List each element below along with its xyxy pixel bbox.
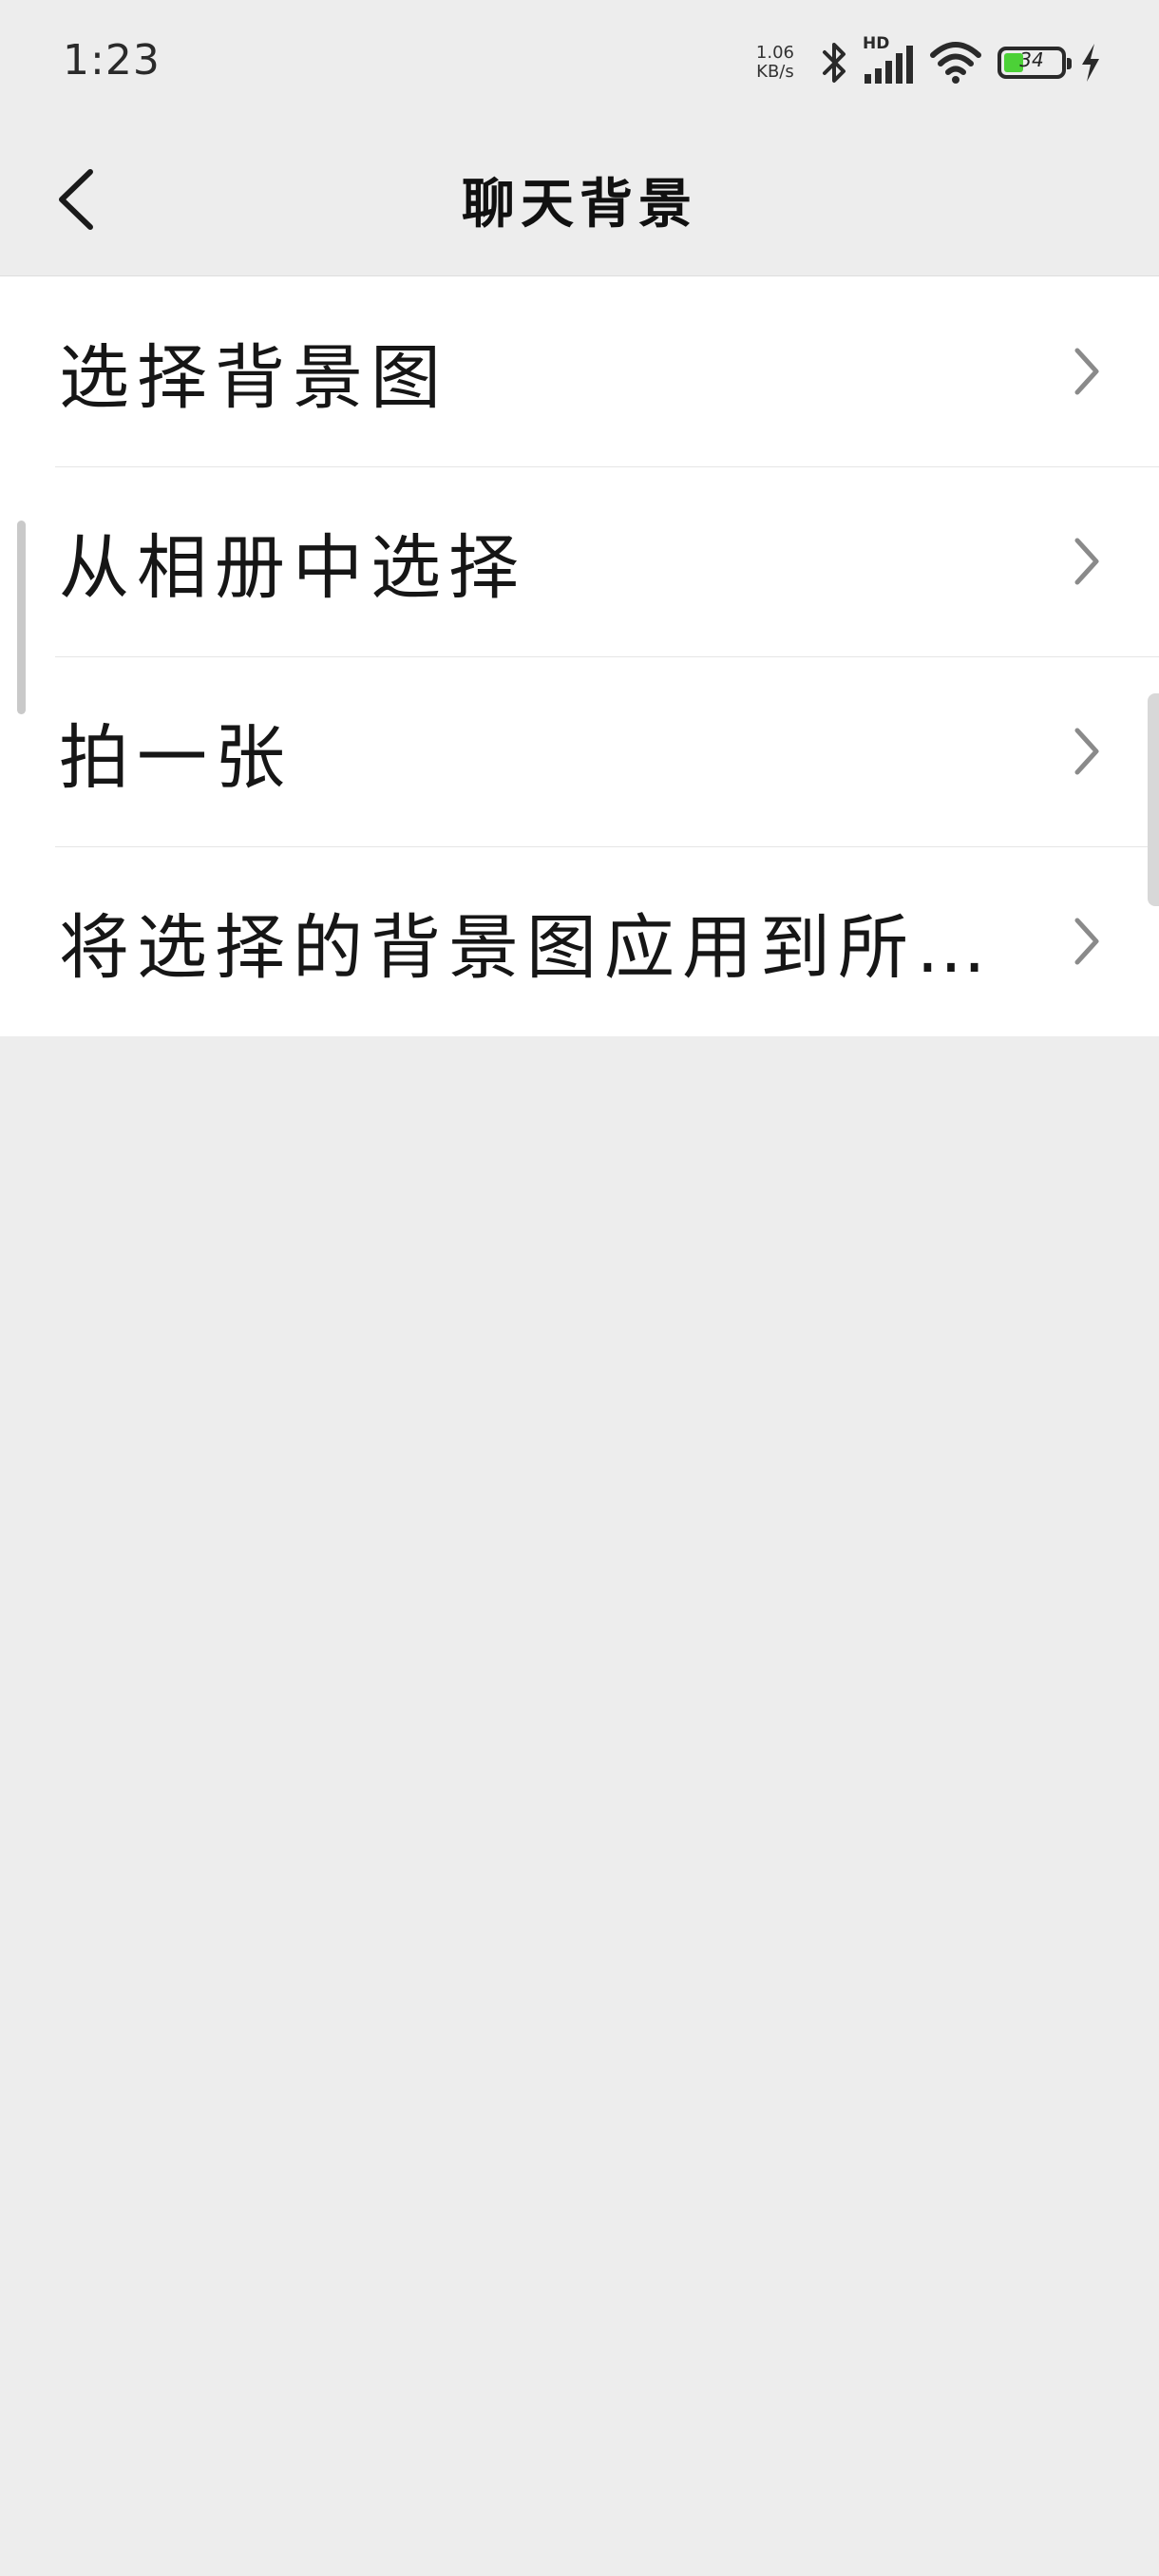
- chevron-right-icon: [1074, 728, 1099, 775]
- network-speed: 1.06 KB/s: [756, 44, 794, 82]
- chevron-right-icon: [1074, 538, 1099, 585]
- network-speed-value: 1.06: [755, 43, 794, 63]
- battery-level: 34: [1019, 48, 1044, 71]
- menu-item-label: 从相册中选择: [59, 526, 526, 609]
- menu-item-label: 将选择的背景图应用到所有聊天场景: [59, 906, 1026, 989]
- network-type-label: HD: [863, 34, 890, 53]
- chevron-right-icon: [1074, 348, 1099, 395]
- network-speed-unit: KB/s: [756, 62, 794, 82]
- page-title: 聊天背景: [462, 174, 697, 236]
- menu-item-apply-to-all-chats[interactable]: 将选择的背景图应用到所有聊天场景: [0, 846, 1159, 1036]
- right-edge-handle[interactable]: [1148, 693, 1159, 906]
- status-icons: 1.06 KB/s HD 34: [756, 34, 1102, 91]
- menu-item-choose-background[interactable]: 选择背景图: [0, 276, 1159, 466]
- status-bar: 1:23 1.06 KB/s HD 34: [0, 0, 1159, 123]
- menu-item-take-photo[interactable]: 拍一张: [0, 656, 1159, 846]
- wifi-icon: [929, 40, 982, 85]
- menu-item-label: 选择背景图: [59, 336, 448, 419]
- signal-icon: HD: [863, 34, 916, 85]
- header-bar: 聊天背景: [0, 123, 1159, 276]
- menu-item-choose-from-album[interactable]: 从相册中选择: [0, 466, 1159, 656]
- chevron-right-icon: [1074, 918, 1099, 965]
- charging-icon: [1079, 42, 1102, 84]
- battery-icon: 34: [998, 47, 1072, 79]
- background-options-list: 选择背景图 从相册中选择 拍一张 将选择的背景图应用到所有聊天场景: [0, 276, 1159, 1036]
- bluetooth-icon: [821, 40, 849, 85]
- left-scroll-indicator[interactable]: [17, 521, 26, 714]
- status-time: 1:23: [63, 36, 161, 85]
- battery-cap: [1067, 58, 1072, 69]
- menu-item-label: 拍一张: [59, 716, 293, 799]
